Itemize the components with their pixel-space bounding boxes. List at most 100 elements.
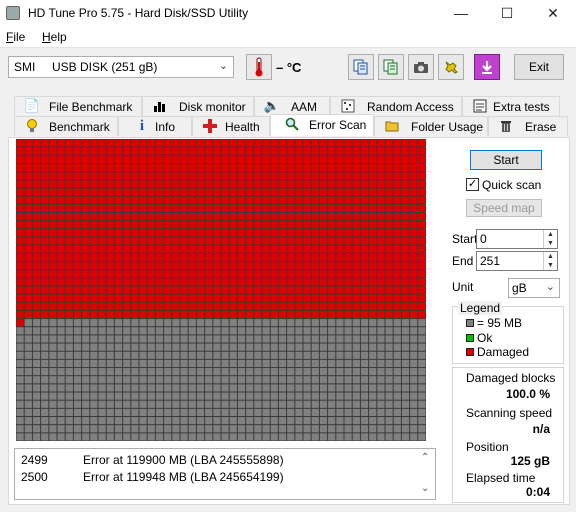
start-spinbox[interactable]: 0 ▲ ▼ (476, 229, 558, 249)
damaged-block (262, 188, 270, 196)
damaged-block (303, 212, 311, 221)
tab-info[interactable]: i Info (118, 116, 192, 136)
damaged-block (410, 302, 418, 310)
damaged-block (410, 204, 418, 212)
start-button[interactable]: Start (470, 150, 542, 170)
checkbox-check-icon[interactable]: ✓ (466, 178, 479, 191)
exit-button[interactable]: Exit (514, 54, 564, 80)
log-scrollbar[interactable]: ⌃ ⌄ (418, 449, 435, 499)
damaged-block (213, 253, 221, 261)
damaged-block (336, 155, 344, 163)
menu-file[interactable]: File (6, 30, 25, 44)
unscanned-block (123, 327, 131, 335)
unscanned-block (188, 327, 196, 335)
damaged-block (32, 163, 41, 172)
damaged-block (213, 310, 221, 319)
spin-arrows-icon[interactable]: ▲ ▼ (543, 230, 557, 248)
damaged-block (270, 294, 278, 302)
unscanned-block (147, 425, 155, 433)
unscanned-block (352, 384, 360, 392)
close-button[interactable]: ✕ (530, 0, 576, 26)
damaged-block (270, 286, 278, 294)
damaged-block (352, 155, 360, 163)
damaged-block (328, 245, 336, 253)
copy-text-icon[interactable] (348, 54, 374, 80)
damaged-block (16, 253, 24, 261)
end-spinbox[interactable]: 251 ▲ ▼ (476, 251, 558, 271)
chevron-down-icon: ⌄ (545, 281, 555, 293)
tab-random-access[interactable]: Random Access (330, 96, 462, 116)
unscanned-block (16, 335, 24, 343)
unscanned-block (336, 392, 344, 400)
unit-select[interactable]: gB ⌄ (508, 278, 560, 298)
unscanned-block (410, 327, 418, 335)
damaged-block (172, 172, 180, 180)
damaged-block (57, 221, 65, 229)
unscanned-block (196, 351, 205, 359)
minimize-button[interactable]: — (438, 0, 484, 26)
damaged-block (295, 188, 303, 196)
unscanned-block (155, 384, 164, 392)
damaged-block (237, 147, 246, 155)
unscanned-block (131, 335, 139, 343)
maximize-button[interactable]: ☐ (484, 0, 530, 26)
spin-arrows-icon[interactable]: ▲ ▼ (543, 252, 557, 270)
damaged-block (114, 204, 123, 212)
tab-error-scan[interactable]: Error Scan (270, 114, 374, 136)
damaged-block (344, 172, 352, 180)
damaged-block (188, 204, 196, 212)
scroll-up-icon[interactable]: ⌃ (421, 452, 429, 463)
damaged-block (16, 155, 24, 163)
damaged-block (278, 229, 287, 237)
unscanned-block (401, 359, 410, 368)
menu-help[interactable]: Help (42, 30, 67, 44)
error-log-list[interactable]: 2499 Error at 119900 MB (LBA 245555898) … (14, 448, 436, 500)
tab-erase[interactable]: Erase (488, 116, 568, 136)
tab-file-benchmark[interactable]: 📄 File Benchmark (14, 96, 142, 116)
tab-benchmark[interactable]: Benchmark (14, 116, 118, 136)
unscanned-block (369, 425, 377, 433)
app-icon (6, 6, 20, 20)
screenshot-camera-icon[interactable] (408, 54, 434, 80)
copy-info-icon[interactable] (378, 54, 404, 80)
unscanned-block (262, 335, 270, 343)
unscanned-block (352, 343, 360, 351)
unscanned-block (328, 368, 336, 376)
damaged-block (369, 253, 377, 261)
damaged-block (270, 212, 278, 221)
thermometer-icon[interactable] (246, 54, 272, 80)
damaged-block (57, 237, 65, 245)
options-wrench-icon[interactable] (438, 54, 464, 80)
damaged-block (16, 221, 24, 229)
damaged-block (155, 212, 164, 221)
scroll-down-icon[interactable]: ⌄ (421, 483, 429, 494)
unscanned-block (369, 384, 377, 392)
drive-select[interactable]: SMI USB DISK (251 gB) ⌄ (8, 56, 234, 78)
unscanned-block (57, 376, 65, 384)
tab-health[interactable]: Health (192, 116, 270, 136)
damaged-block (344, 212, 352, 221)
tab-extra-tests[interactable]: Extra tests (462, 96, 560, 116)
unscanned-block (303, 417, 311, 425)
save-download-icon[interactable] (474, 54, 500, 80)
damaged-block (352, 229, 360, 237)
unscanned-block (98, 417, 106, 425)
damaged-block (196, 253, 205, 261)
tab-aam[interactable]: 🔈 AAM (254, 96, 330, 116)
unscanned-block (106, 343, 114, 351)
unscanned-block (410, 319, 418, 327)
tab-disk-monitor[interactable]: Disk monitor (142, 96, 254, 116)
unscanned-block (49, 351, 57, 359)
unscanned-block (24, 433, 32, 441)
damaged-block (254, 253, 262, 261)
damaged-block (41, 147, 49, 155)
damaged-block (311, 310, 319, 319)
unscanned-block (418, 433, 426, 441)
unscanned-block (213, 384, 221, 392)
damaged-block (237, 139, 246, 147)
damaged-block (147, 270, 155, 278)
unscanned-block (90, 392, 98, 400)
tab-folder-usage[interactable]: Folder Usage (374, 116, 488, 136)
speed-map-button[interactable]: Speed map (466, 199, 542, 217)
damaged-block (229, 310, 237, 319)
